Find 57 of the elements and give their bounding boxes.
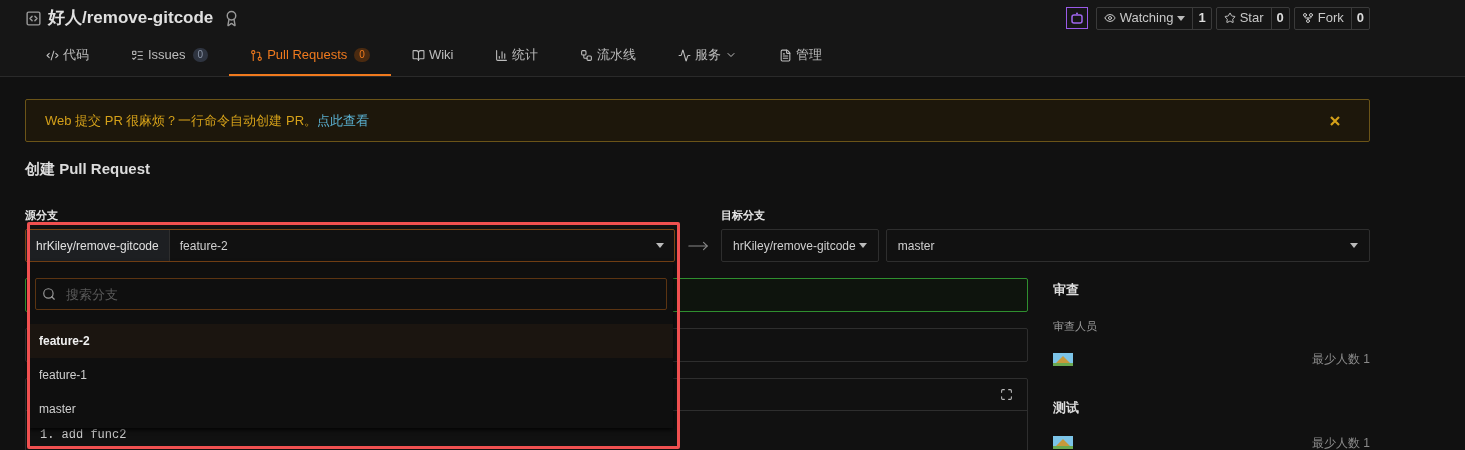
caret-icon (1350, 243, 1358, 248)
source-branch-select[interactable]: feature-2 (169, 230, 674, 261)
nav-tab[interactable]: 代码 (25, 36, 110, 76)
sidebar-heading: 测试 (1053, 399, 1080, 417)
fork-icon (1301, 12, 1314, 24)
search-icon (42, 287, 56, 301)
flow-icon (580, 48, 594, 62)
tab-count: 0 (192, 48, 209, 62)
pull-request-icon (250, 48, 264, 62)
branch-option[interactable]: feature-1 (29, 358, 673, 392)
pulse-icon (678, 48, 692, 62)
source-repo-select[interactable]: hrKiley/remove-gitcode (26, 230, 170, 261)
notice-text: Web 提交 PR 很麻烦？一行命令自动创建 PR。 (45, 111, 318, 130)
caret-icon (858, 243, 867, 248)
repo-action-button[interactable]: Watching (1096, 7, 1193, 29)
book-icon (411, 48, 425, 62)
source-label: 源分支 (25, 207, 59, 223)
repo-action-button[interactable]: Fork (1294, 7, 1351, 29)
nav-tab[interactable]: Pull Requests 0 (229, 36, 391, 76)
min-count: 最少人数 1 (1312, 434, 1370, 450)
target-label: 目标分支 (721, 207, 766, 223)
nav-tab[interactable]: 管理 (758, 36, 844, 76)
repo-icon (25, 9, 42, 27)
target-repo-select[interactable]: hrKiley/remove-gitcode (721, 229, 879, 262)
code-icon (46, 48, 59, 62)
robot-icon (1070, 12, 1083, 24)
repo-action-count: 1 (1192, 7, 1211, 29)
notice-link[interactable]: 点此查看 (317, 110, 370, 131)
nav-tab[interactable]: 流水线 (559, 36, 658, 76)
caret-icon (656, 243, 664, 248)
bar-chart-icon (495, 48, 509, 62)
branch-option[interactable]: master (29, 392, 673, 426)
list-icon (131, 48, 144, 62)
editor-line: 1. add func2 (39, 427, 128, 442)
document-icon (779, 48, 793, 62)
caret-icon (1177, 15, 1186, 21)
avatar-button[interactable] (1065, 7, 1088, 29)
nav-tab[interactable]: Wiki (390, 36, 475, 76)
target-branch-select[interactable]: master (885, 229, 1370, 262)
page-title: 创建 Pull Request (25, 159, 152, 179)
branch-option[interactable]: feature-2 (29, 324, 673, 358)
branch-search-field[interactable]: 搜索分支 (35, 278, 667, 310)
tab-count: 0 (354, 48, 370, 62)
sidebar-heading: 审查 (1053, 281, 1080, 299)
nav-tab[interactable]: Issues 0 (110, 36, 230, 76)
nav-tab[interactable]: 统计 (474, 36, 560, 76)
repo-title[interactable]: 好人/remove-gitcode (48, 5, 214, 31)
repo-action-count: 0 (1350, 7, 1369, 29)
close-icon[interactable] (1330, 115, 1340, 126)
repo-action-count: 0 (1270, 7, 1289, 29)
min-count: 最少人数 1 (1312, 351, 1370, 368)
repo-action-button[interactable]: Star (1216, 7, 1271, 29)
nav-tab[interactable]: 服务 (657, 36, 759, 76)
sidebar-subheading: 审查人员 (1053, 318, 1098, 334)
fullscreen-icon[interactable] (1000, 388, 1013, 401)
eye-icon (1103, 12, 1116, 24)
star-icon (1223, 12, 1236, 24)
